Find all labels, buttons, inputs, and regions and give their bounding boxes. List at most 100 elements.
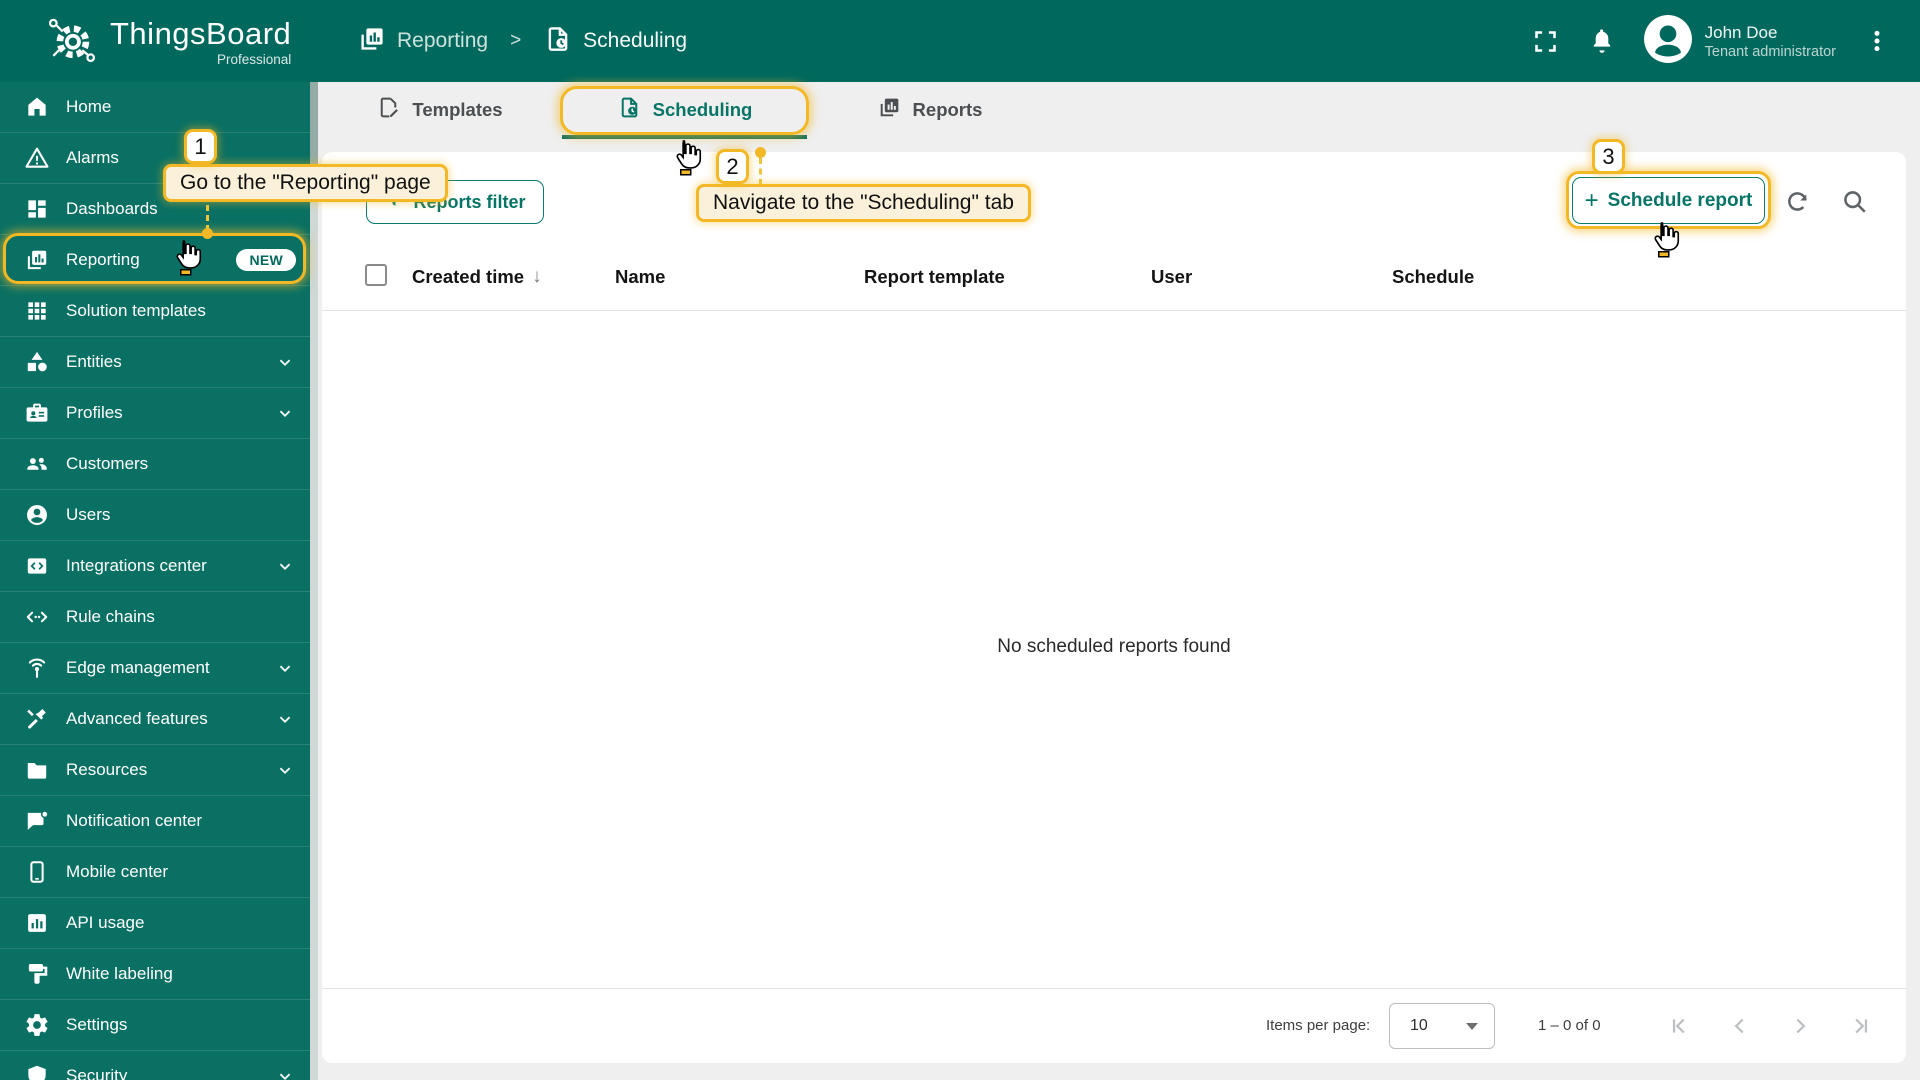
schedule-report-button[interactable]: + Schedule report (1572, 177, 1765, 224)
fullscreen-icon[interactable] (1531, 26, 1561, 56)
chevron-down-icon (274, 1065, 296, 1080)
column-header-created-time[interactable]: Created time ↓ (412, 266, 542, 288)
notification-center-icon (24, 808, 50, 834)
column-header-report-template[interactable]: Report template (864, 266, 1005, 288)
sidebar-item-reporting[interactable]: Reporting NEW (0, 235, 310, 286)
entities-icon (24, 349, 50, 375)
profiles-icon (24, 400, 50, 426)
column-header-user[interactable]: User (1151, 266, 1192, 288)
new-badge: NEW (236, 249, 296, 271)
sidebar-item-white-labeling[interactable]: White labeling (0, 949, 310, 1000)
sidebar-item-label: Mobile center (66, 862, 296, 882)
notifications-bell-icon[interactable] (1587, 26, 1617, 56)
callout-3-number: 3 (1592, 139, 1625, 174)
next-page-icon[interactable] (1786, 1012, 1814, 1040)
breadcrumb-item-scheduling[interactable]: Scheduling (543, 24, 687, 59)
previous-page-icon[interactable] (1726, 1012, 1754, 1040)
sidebar-item-integrations-center[interactable]: Integrations center (0, 541, 310, 592)
sidebar-item-entities[interactable]: Entities (0, 337, 310, 388)
security-icon (24, 1063, 50, 1080)
user-name: John Doe (1705, 22, 1836, 44)
pagination-divider (322, 988, 1906, 989)
settings-icon (24, 1012, 50, 1038)
sidebar-item-home[interactable]: Home (0, 82, 310, 133)
select-all-checkbox[interactable] (365, 264, 387, 286)
user-menu[interactable]: John Doe Tenant administrator (1643, 14, 1836, 69)
sidebar-item-label: Notification center (66, 811, 296, 831)
callout-1-text: Go to the "Reporting" page (163, 164, 448, 202)
app-header: ThingsBoard Professional Reporting > (0, 0, 1920, 82)
resources-icon (24, 757, 50, 783)
sidebar-item-rule-chains[interactable]: Rule chains (0, 592, 310, 643)
sidebar: Home Alarms Dashboards (0, 82, 310, 1080)
sidebar-item-label: Edge management (66, 658, 274, 678)
sidebar-item-label: API usage (66, 913, 296, 933)
column-header-schedule[interactable]: Schedule (1392, 266, 1474, 288)
items-per-page-value: 10 (1410, 1017, 1428, 1035)
column-header-name[interactable]: Name (615, 266, 665, 288)
advanced-features-icon (24, 706, 50, 732)
last-page-icon[interactable] (1846, 1012, 1874, 1040)
solution-templates-icon (24, 298, 50, 324)
sidebar-scrollbar[interactable] (310, 82, 318, 1080)
sidebar-item-label: Dashboards (66, 199, 296, 219)
pagination-range-label: 1 – 0 of 0 (1538, 1017, 1601, 1034)
callout-2-text: Navigate to the "Scheduling" tab (696, 184, 1031, 222)
sidebar-item-mobile-center[interactable]: Mobile center (0, 847, 310, 898)
column-label: Name (615, 266, 665, 288)
tab-reports[interactable]: Reports (807, 82, 1052, 138)
breadcrumb-item-reporting[interactable]: Reporting (357, 24, 488, 59)
avatar (1643, 14, 1693, 69)
sidebar-item-label: Advanced features (66, 709, 274, 729)
kebab-menu-icon[interactable] (1862, 26, 1892, 56)
sidebar-item-users[interactable]: Users (0, 490, 310, 541)
callout-2-dot (755, 147, 766, 158)
sidebar-item-label: Entities (66, 352, 274, 372)
items-per-page-select[interactable]: 10 (1389, 1003, 1495, 1049)
logo-subtitle: Professional (217, 52, 291, 67)
sidebar-item-advanced-features[interactable]: Advanced features (0, 694, 310, 745)
sidebar-item-security[interactable]: Security (0, 1051, 310, 1080)
sidebar-item-solution-templates[interactable]: Solution templates (0, 286, 310, 337)
callout-2-number: 2 (716, 149, 749, 184)
api-usage-icon (24, 910, 50, 936)
sidebar-item-customers[interactable]: Customers (0, 439, 310, 490)
edge-management-icon (24, 655, 50, 681)
rule-chains-icon (24, 604, 50, 630)
sidebar-item-api-usage[interactable]: API usage (0, 898, 310, 949)
schedule-report-label: Schedule report (1608, 190, 1753, 212)
tab-templates[interactable]: Templates (317, 82, 562, 138)
table-header-divider (322, 310, 1906, 311)
sidebar-item-edge-management[interactable]: Edge management (0, 643, 310, 694)
select-caret-icon (1466, 1023, 1478, 1030)
search-icon[interactable] (1839, 186, 1869, 216)
empty-table-message: No scheduled reports found (322, 636, 1906, 658)
thingsboard-app: ThingsBoard Professional Reporting > (0, 0, 1920, 1080)
breadcrumb: Reporting > Scheduling (357, 0, 687, 82)
reporting-icon (24, 247, 50, 273)
first-page-icon[interactable] (1666, 1012, 1694, 1040)
chevron-down-icon (274, 759, 296, 781)
sidebar-item-profiles[interactable]: Profiles (0, 388, 310, 439)
sidebar-item-resources[interactable]: Resources (0, 745, 310, 796)
sidebar-item-settings[interactable]: Settings (0, 1000, 310, 1051)
callout-2-connector (759, 158, 762, 185)
column-label: Report template (864, 266, 1005, 288)
mobile-center-icon (24, 859, 50, 885)
tab-scheduling[interactable]: Scheduling (562, 82, 807, 138)
white-labeling-icon (24, 961, 50, 987)
thingsboard-logo[interactable]: ThingsBoard Professional (44, 11, 291, 72)
breadcrumb-label: Reporting (397, 29, 488, 53)
reporting-icon (357, 24, 387, 59)
integrations-center-icon (24, 553, 50, 579)
sidebar-item-notification-center[interactable]: Notification center (0, 796, 310, 847)
tab-label: Scheduling (653, 99, 753, 121)
tab-label: Templates (412, 99, 502, 121)
dashboards-icon (24, 196, 50, 222)
chevron-down-icon (274, 555, 296, 577)
refresh-icon[interactable] (1782, 186, 1812, 216)
sidebar-item-label: White labeling (66, 964, 296, 984)
sidebar-item-label: Rule chains (66, 607, 296, 627)
reports-icon (877, 95, 902, 125)
user-role: Tenant administrator (1705, 44, 1836, 60)
